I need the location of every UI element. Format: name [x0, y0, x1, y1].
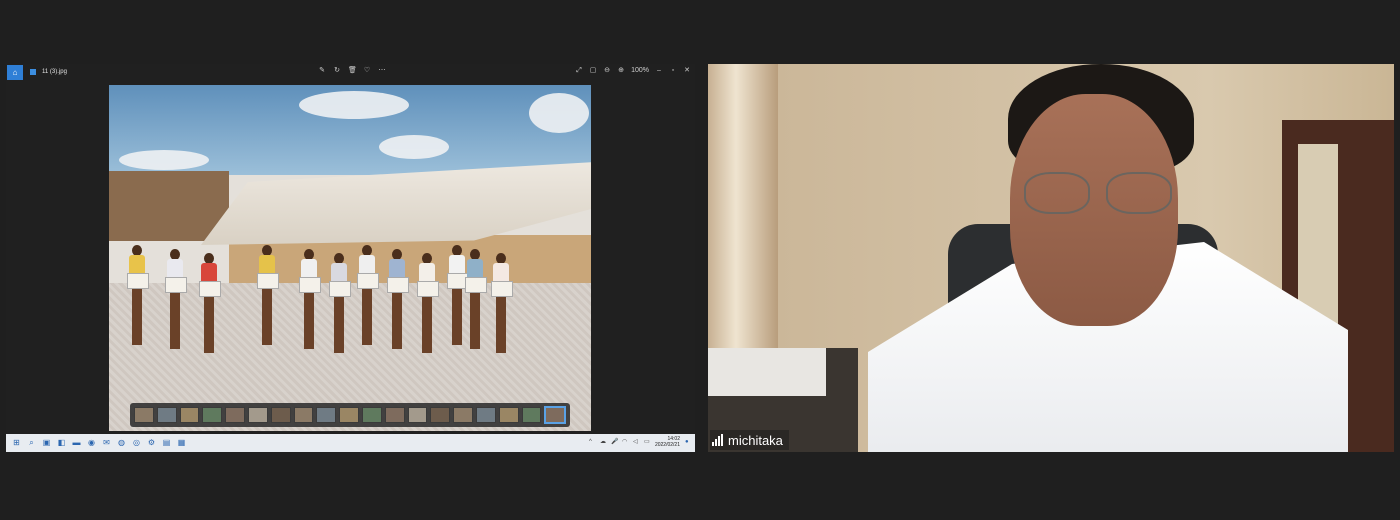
file-name: 11 (3).jpg: [42, 69, 67, 75]
windows-start-icon[interactable]: ⊞: [12, 438, 21, 447]
settings-icon[interactable]: ⚙: [147, 438, 156, 447]
filmstrip-thumbnail[interactable]: [202, 407, 223, 423]
zoom-level[interactable]: 100%: [631, 67, 649, 75]
viewer-toolbar: ✎ ↻ 🗑 ♡ ⋯: [318, 67, 386, 75]
displayed-photo: [109, 85, 591, 431]
notification-icon[interactable]: ●: [685, 439, 691, 445]
fit-icon[interactable]: ▢: [589, 67, 597, 75]
chevron-up-icon[interactable]: ^: [589, 439, 595, 445]
photos-app-icon[interactable]: ⌂: [7, 65, 23, 80]
widgets-icon[interactable]: ◧: [57, 438, 66, 447]
battery-icon[interactable]: ▭: [644, 439, 650, 445]
windows-taskbar: ⊞ ⌕ ▣ ◧ ▬ ◉ ✉ ◍ ◎ ⚙ ▤ ▦ ^ ☁ 🎤 ◠ ◁ ▭ 14:0…: [6, 434, 695, 452]
filmstrip-thumbnail[interactable]: [453, 407, 473, 423]
system-tray: ^ ☁ 🎤 ◠ ◁ ▭ 14:02 2022/02/21 ●: [589, 436, 691, 448]
delete-icon[interactable]: 🗑: [348, 67, 357, 75]
zoom-in-icon[interactable]: ⊕: [617, 67, 625, 75]
participant-name-tag: michitaka: [710, 430, 789, 450]
filmstrip-thumbnail[interactable]: [247, 407, 268, 423]
microphone-icon[interactable]: 🎤: [611, 439, 618, 445]
close-icon[interactable]: ✕: [683, 67, 691, 75]
participant-video-tile[interactable]: michitaka: [708, 64, 1394, 452]
taskbar-clock[interactable]: 14:02 2022/02/21: [655, 436, 680, 448]
filmstrip-thumbnail[interactable]: [544, 406, 567, 424]
filmstrip: [130, 403, 570, 427]
photo-viewer-titlebar: ⌂ 11 (3).jpg ✎ ↻ 🗑 ♡ ⋯ ⤢ ▢ ⊖ ⊕ 100% – ▫ …: [6, 64, 695, 80]
participant-name: michitaka: [728, 432, 783, 448]
favorite-icon[interactable]: ♡: [363, 67, 371, 75]
fullscreen-icon[interactable]: ⤢: [575, 67, 583, 75]
filmstrip-thumbnail[interactable]: [156, 407, 177, 423]
viewer-right-tools: ⤢ ▢ ⊖ ⊕ 100% – ▫ ✕: [575, 67, 691, 75]
volume-icon[interactable]: ◁: [633, 439, 639, 445]
filmstrip-thumbnail[interactable]: [361, 407, 382, 423]
filmstrip-thumbnail[interactable]: [270, 407, 291, 423]
chat-icon[interactable]: ◉: [87, 438, 96, 447]
filmstrip-thumbnail[interactable]: [498, 407, 519, 423]
taskbar-icons: ⊞ ⌕ ▣ ◧ ▬ ◉ ✉ ◍ ◎ ⚙ ▤ ▦: [12, 438, 186, 447]
minimize-icon[interactable]: –: [655, 67, 663, 75]
photo-canvas: [6, 80, 695, 434]
rotate-icon[interactable]: ↻: [333, 67, 341, 75]
filmstrip-thumbnail[interactable]: [339, 407, 359, 423]
filmstrip-thumbnail[interactable]: [521, 407, 542, 423]
chrome-icon[interactable]: ◎: [132, 438, 141, 447]
filmstrip-thumbnail[interactable]: [475, 407, 496, 423]
task-view-icon[interactable]: ▣: [42, 438, 51, 447]
file-icon: [30, 69, 36, 75]
filmstrip-thumbnail[interactable]: [407, 407, 428, 423]
clock-date: 2022/02/21: [654, 442, 680, 448]
explorer-icon[interactable]: ▤: [162, 438, 171, 447]
shared-screen-tile: ⌂ 11 (3).jpg ✎ ↻ 🗑 ♡ ⋯ ⤢ ▢ ⊖ ⊕ 100% – ▫ …: [6, 64, 695, 452]
connection-signal-icon: [712, 434, 723, 446]
filmstrip-thumbnail[interactable]: [316, 407, 337, 423]
mail-icon[interactable]: ✉: [102, 438, 111, 447]
more-icon[interactable]: ⋯: [378, 67, 386, 75]
filmstrip-thumbnail[interactable]: [384, 407, 405, 423]
folder-icon[interactable]: ▬: [72, 438, 81, 447]
filmstrip-thumbnail[interactable]: [134, 407, 154, 423]
filmstrip-thumbnail[interactable]: [179, 407, 200, 423]
edit-icon[interactable]: ✎: [318, 67, 326, 75]
edge-icon[interactable]: ◍: [117, 438, 126, 447]
cloud-icon[interactable]: ☁: [600, 439, 606, 445]
filmstrip-thumbnail[interactable]: [430, 407, 451, 423]
maximize-icon[interactable]: ▫: [669, 67, 677, 75]
filmstrip-thumbnail[interactable]: [225, 407, 245, 423]
search-icon[interactable]: ⌕: [27, 438, 36, 447]
zoom-out-icon[interactable]: ⊖: [603, 67, 611, 75]
photos-icon[interactable]: ▦: [177, 438, 186, 447]
wifi-icon[interactable]: ◠: [622, 439, 628, 445]
filmstrip-thumbnail[interactable]: [293, 407, 314, 423]
